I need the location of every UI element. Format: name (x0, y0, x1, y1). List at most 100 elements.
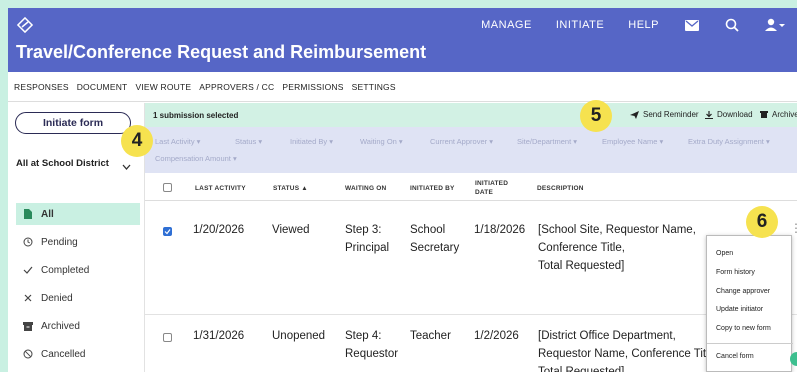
archive-icon (22, 321, 34, 331)
send-icon (630, 110, 639, 119)
filter-site-department[interactable]: Site/Department ▾ (517, 137, 577, 146)
col-description[interactable]: DESCRIPTION (537, 185, 584, 192)
cell-waiting-on: Step 3: (345, 224, 382, 236)
menu-divider (707, 343, 793, 344)
archive-button[interactable]: Archive (760, 110, 797, 119)
col-initiated-date[interactable]: INITIATED DATE (475, 179, 508, 197)
kebab-menu-icon[interactable]: ⋮ (790, 221, 797, 235)
download-icon (705, 110, 713, 119)
cell-status: Viewed (272, 224, 310, 236)
filter-employee-name[interactable]: Employee Name ▾ (602, 137, 663, 146)
tab-settings[interactable]: SETTINGS (352, 82, 396, 92)
send-reminder-button[interactable]: Send Reminder (630, 110, 699, 119)
table-header: LAST ACTIVITY STATUS ▲ WAITING ON INITIA… (145, 173, 797, 201)
callout-badge-6: 6 (746, 206, 778, 238)
filter-status[interactable]: Status ▾ (235, 137, 262, 146)
select-all-checkbox[interactable] (163, 183, 172, 192)
selection-banner: 1 submission selected Send Reminder Down… (145, 103, 797, 127)
scope-select-label: All at School District (16, 158, 109, 169)
top-nav: MANAGE INITIATE HELP (457, 18, 785, 32)
cell-description: Conference Title, (538, 242, 625, 254)
filter-bar: Last Activity ▾ Status ▾ Initiated By ▾ … (145, 127, 797, 173)
cell-description: Requestor Name, Conference Title, (538, 348, 719, 360)
x-icon (22, 294, 34, 302)
tab-approvers-cc[interactable]: APPROVERS / CC (199, 82, 274, 92)
sidebar-item-label: Pending (41, 236, 78, 248)
app-frame: Travel/Conference Request and Reimbursem… (8, 8, 797, 372)
sidebar-item-completed[interactable]: Completed (16, 259, 140, 281)
download-button[interactable]: Download (705, 110, 753, 119)
filter-current-approver[interactable]: Current Approver ▾ (430, 137, 493, 146)
archive-label: Archive (772, 110, 797, 119)
initiate-form-button[interactable]: Initiate form (15, 112, 131, 134)
nav-help[interactable]: HELP (628, 19, 659, 31)
nav-manage[interactable]: MANAGE (481, 19, 532, 31)
app-header: Travel/Conference Request and Reimbursem… (8, 8, 797, 72)
sidebar-item-all[interactable]: All (16, 203, 140, 225)
download-label: Download (717, 110, 753, 119)
cancel-icon (22, 349, 34, 359)
cell-initiated-date: 1/2/2026 (474, 330, 519, 342)
cell-initiated-by: Secretary (410, 242, 460, 254)
menu-item-copy-to-new-form[interactable]: Copy to new form (716, 325, 771, 332)
chat-bubble-icon[interactable] (790, 352, 797, 366)
filter-waiting-on[interactable]: Waiting On ▾ (360, 137, 403, 146)
cell-last-activity: 1/20/2026 (193, 224, 245, 236)
cell-description: [District Office Department, (538, 330, 676, 342)
search-icon[interactable] (725, 18, 739, 32)
filter-initiated-by[interactable]: Initiated By ▾ (290, 137, 333, 146)
main-panel: 1 submission selected Send Reminder Down… (145, 103, 797, 372)
row-checkbox[interactable] (163, 227, 172, 236)
row-divider (145, 314, 797, 315)
sidebar-item-label: Cancelled (41, 348, 86, 360)
clock-icon (22, 237, 34, 247)
cell-waiting-on: Requestor (345, 348, 399, 360)
filter-compensation-amount[interactable]: Compensation Amount ▾ (155, 154, 237, 163)
send-reminder-label: Send Reminder (643, 110, 699, 119)
tab-responses[interactable]: RESPONSES (14, 82, 69, 92)
menu-item-cancel-form[interactable]: Cancel form (716, 353, 754, 360)
filter-last-activity[interactable]: Last Activity ▾ (155, 137, 200, 146)
col-waiting-on[interactable]: WAITING ON (345, 185, 386, 192)
cell-description: [School Site, Requestor Name, (538, 224, 696, 236)
cell-initiated-by: Teacher (410, 330, 451, 342)
filter-extra-duty-assignment[interactable]: Extra Duty Assignment ▾ (688, 137, 770, 146)
sidebar-item-label: Completed (41, 264, 90, 276)
sidebar-item-denied[interactable]: Denied (16, 287, 140, 309)
col-status[interactable]: STATUS ▲ (273, 185, 308, 192)
sub-nav: RESPONSES DOCUMENT VIEW ROUTE APPROVERS … (8, 72, 797, 102)
cell-description: Total Requested] (538, 366, 625, 372)
menu-item-change-approver[interactable]: Change approver (716, 288, 770, 295)
check-icon (164, 229, 171, 235)
document-icon (22, 209, 34, 219)
tab-document[interactable]: DOCUMENT (77, 82, 128, 92)
logo-icon[interactable] (16, 16, 34, 34)
app-title: Travel/Conference Request and Reimbursem… (16, 42, 427, 62)
cell-waiting-on: Principal (345, 242, 390, 254)
callout-badge-5: 5 (580, 100, 612, 132)
sidebar-item-archived[interactable]: Archived (16, 315, 140, 337)
tab-view-route[interactable]: VIEW ROUTE (135, 82, 191, 92)
archive-icon (760, 111, 768, 118)
sidebar-item-cancelled[interactable]: Cancelled (16, 343, 140, 365)
col-last-activity[interactable]: LAST ACTIVITY (195, 185, 246, 192)
cell-status: Unopened (272, 330, 326, 342)
callout-badge-4: 4 (121, 125, 153, 157)
scope-select[interactable]: All at School District (8, 158, 145, 170)
user-icon[interactable] (765, 18, 785, 32)
row-context-menu: Open Form history Change approver Update… (706, 235, 793, 372)
sidebar-item-pending[interactable]: Pending (16, 231, 140, 253)
menu-item-open[interactable]: Open (716, 250, 733, 257)
menu-item-form-history[interactable]: Form history (716, 269, 755, 276)
col-initiated-by[interactable]: INITIATED BY (410, 185, 455, 192)
cell-description: Total Requested] (538, 260, 625, 272)
row-checkbox[interactable] (163, 333, 172, 342)
cell-initiated-by: School (410, 224, 446, 236)
sidebar-item-label: All (41, 208, 54, 220)
sidebar-item-label: Archived (41, 320, 80, 332)
mail-icon[interactable] (685, 19, 699, 31)
tab-permissions[interactable]: PERMISSIONS (282, 82, 343, 92)
nav-initiate[interactable]: INITIATE (556, 19, 604, 31)
menu-item-update-initiator[interactable]: Update initiator (716, 306, 763, 313)
cell-waiting-on: Step 4: (345, 330, 382, 342)
